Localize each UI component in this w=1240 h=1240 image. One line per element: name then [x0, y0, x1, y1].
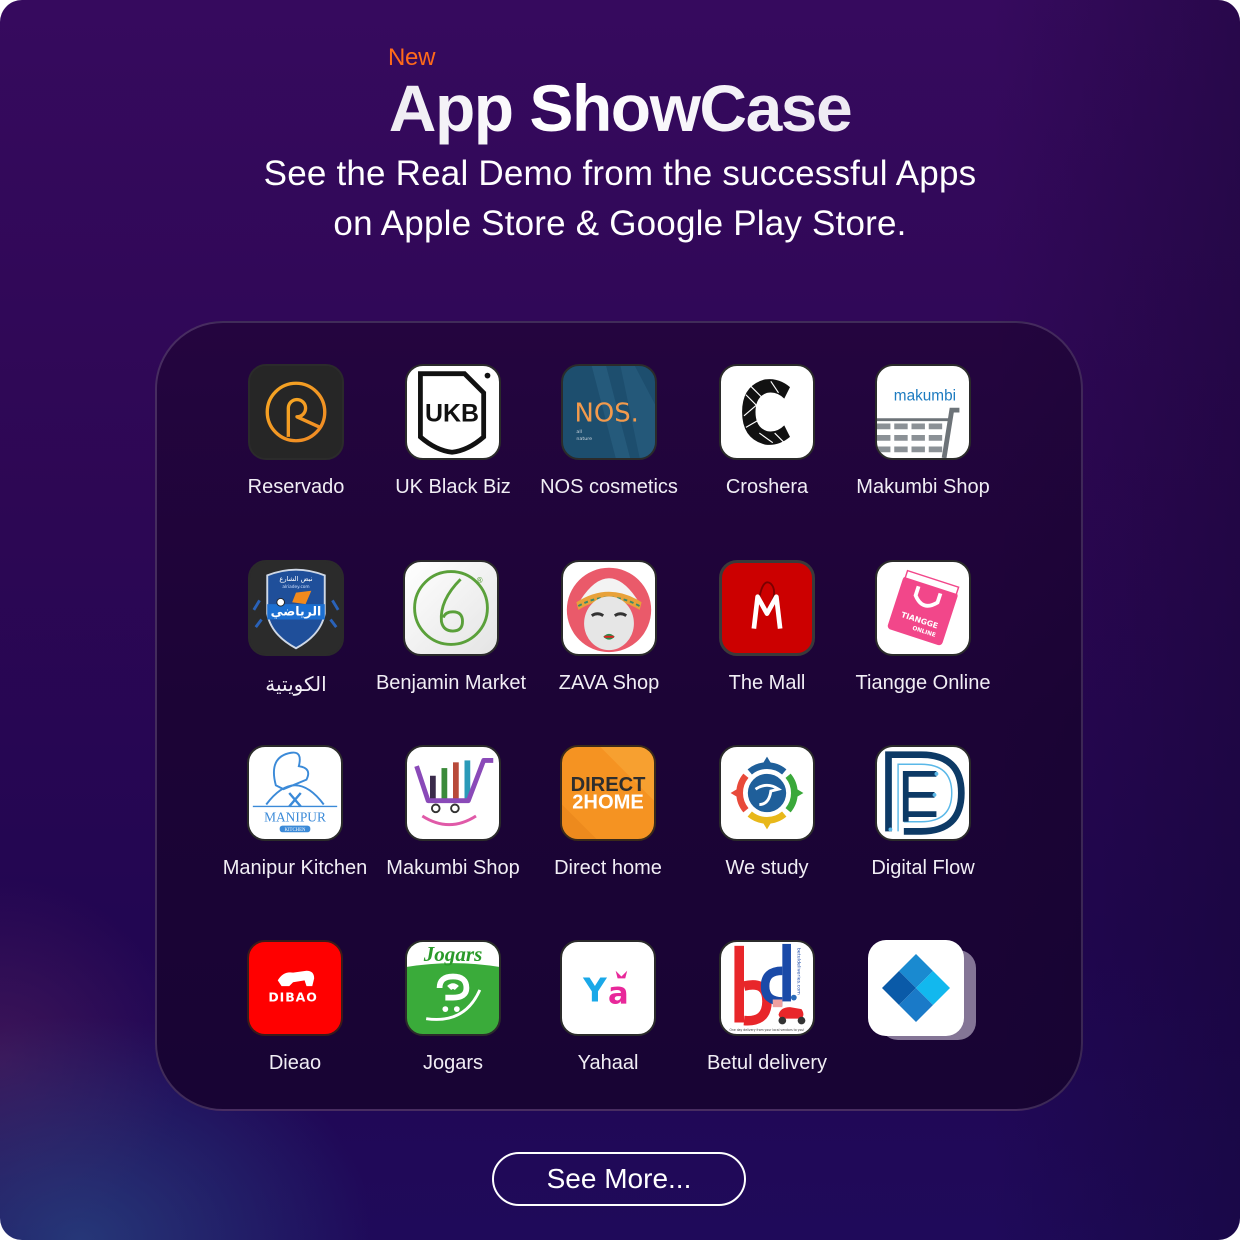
app-item-benjamin-market[interactable]: ® Benjamin Market	[371, 560, 531, 695]
app-item-makumbi-shop-2[interactable]: Makumbi Shop	[373, 745, 533, 880]
app-item-tiangge-online[interactable]: TIANGGE ONLINE Tiangge Online	[843, 560, 1003, 695]
app-label: Direct home	[554, 857, 662, 879]
tiangge-bag-icon: TIANGGE ONLINE	[875, 560, 971, 656]
ukb-icon: UKB	[405, 364, 501, 460]
svg-text:One day delivery from your loc: One day delivery from your local vendors…	[730, 1028, 805, 1032]
svg-text:NOS.: NOS.	[575, 399, 639, 429]
app-item-reservado[interactable]: Reservado	[216, 364, 376, 499]
app-label: ZAVA Shop	[558, 672, 660, 694]
app-label: The Mall	[728, 672, 806, 694]
subtitle-line-2: on Apple Store & Google Play Store.	[333, 204, 907, 243]
app-item-yahaal[interactable]: Y a Yahaal	[528, 940, 688, 1075]
svg-text:betuldeliveries.com: betuldeliveries.com	[796, 948, 802, 995]
we-study-compass-icon	[719, 745, 815, 841]
svg-text:Jogars: Jogars	[423, 942, 483, 966]
app-item-uk-black-biz[interactable]: UKB UK Black Biz	[373, 364, 533, 499]
svg-text:a: a	[608, 976, 629, 1011]
alriadey-icon: الرياضي نبض الشارع alriadey.com	[248, 560, 344, 656]
app-label: الكويتية	[265, 674, 327, 696]
makumbi-cart-icon: makumbi	[875, 364, 971, 460]
app-label: We study	[725, 857, 809, 879]
app-item-jogars[interactable]: Jogars Jogars	[373, 940, 533, 1075]
app-item-we-study[interactable]: We study	[687, 745, 847, 880]
croshera-icon	[719, 364, 815, 460]
direct2home-icon: DIRECT 2HOME	[560, 745, 656, 841]
stack-front-card	[868, 940, 964, 1036]
app-item-manipur-kitchen[interactable]: MANIPUR KITCHEN Manipur Kitchen	[215, 745, 375, 880]
app-item-croshera[interactable]: Croshera	[687, 364, 847, 499]
app-label: Yahaal	[577, 1052, 639, 1074]
svg-text:MANIPUR: MANIPUR	[264, 810, 326, 825]
svg-text:UKB: UKB	[425, 400, 479, 428]
manipur-chef-icon: MANIPUR KITCHEN	[247, 745, 343, 841]
benjamin-icon: ®	[403, 560, 499, 656]
app-item-nos-cosmetics[interactable]: NOS. all nature NOS cosmetics	[529, 364, 689, 499]
app-label: UK Black Biz	[395, 476, 511, 498]
app-label: Betul delivery	[706, 1052, 828, 1074]
app-label: Tiangge Online	[855, 672, 991, 694]
svg-text:®: ®	[476, 576, 484, 585]
svg-text:Y: Y	[582, 971, 607, 1009]
jogars-cart-icon: Jogars	[405, 940, 501, 1036]
new-badge: New	[388, 44, 436, 71]
page-title: App ShowCase	[0, 70, 1240, 146]
app-item-betul-delivery[interactable]: betuldeliveries.com One day delivery fro…	[687, 940, 847, 1075]
app-label: Reservado	[247, 476, 345, 498]
svg-text:nature: nature	[576, 436, 592, 442]
zava-mask-icon	[561, 560, 657, 656]
app-item-digital-flow[interactable]: Digital Flow	[843, 745, 1003, 880]
yahaal-icon: Y a	[560, 940, 656, 1036]
svg-text:alriadey.com: alriadey.com	[282, 584, 309, 590]
nos-icon: NOS. all nature	[561, 364, 657, 460]
app-item-more-apps[interactable]	[843, 940, 1003, 1056]
app-item-the-mall[interactable]: The Mall	[687, 560, 847, 695]
svg-text:makumbi: makumbi	[894, 388, 956, 405]
subtitle-line-1: See the Real Demo from the successful Ap…	[263, 154, 977, 193]
app-label: Makumbi Shop	[386, 857, 520, 879]
svg-text:KITCHEN: KITCHEN	[285, 828, 307, 833]
app-item-alkuwaitiya[interactable]: الرياضي نبض الشارع alriadey.com الكويتية	[216, 560, 376, 697]
app-label: Digital Flow	[871, 857, 975, 879]
app-label: Makumbi Shop	[856, 476, 990, 498]
see-more-button[interactable]: See More...	[492, 1152, 746, 1206]
svg-text:نبض الشارع: نبض الشارع	[279, 575, 312, 583]
svg-text:2HOME: 2HOME	[572, 791, 644, 813]
makumbi-smile-cart-icon	[405, 745, 501, 841]
app-label: Jogars	[422, 1052, 484, 1074]
svg-text:all: all	[576, 429, 582, 435]
app-item-zava-shop[interactable]: ZAVA Shop	[529, 560, 689, 695]
dibao-lion-icon: DIBAO	[247, 940, 343, 1036]
app-label: Dieao	[268, 1052, 322, 1074]
digital-flow-icon	[875, 745, 971, 841]
svg-text:DIBAO: DIBAO	[268, 989, 317, 1004]
app-label: Benjamin Market	[375, 672, 527, 694]
more-apps-stack-icon	[868, 940, 978, 1040]
app-item-makumbi-shop[interactable]: makumbi Makumbi Shop	[843, 364, 1003, 499]
app-label: Croshera	[725, 476, 809, 498]
the-mall-icon	[719, 560, 815, 656]
betul-delivery-icon: betuldeliveries.com One day delivery fro…	[719, 940, 815, 1036]
app-label: NOS cosmetics	[540, 476, 678, 498]
app-showcase-page: New App ShowCase See the Real Demo from …	[0, 0, 1240, 1240]
app-item-dieao[interactable]: DIBAO Dieao	[215, 940, 375, 1075]
app-label: Manipur Kitchen	[222, 857, 368, 879]
app-item-direct-home[interactable]: DIRECT 2HOME Direct home	[528, 745, 688, 880]
reservado-icon	[248, 364, 344, 460]
svg-text:الرياضي: الرياضي	[271, 604, 322, 619]
